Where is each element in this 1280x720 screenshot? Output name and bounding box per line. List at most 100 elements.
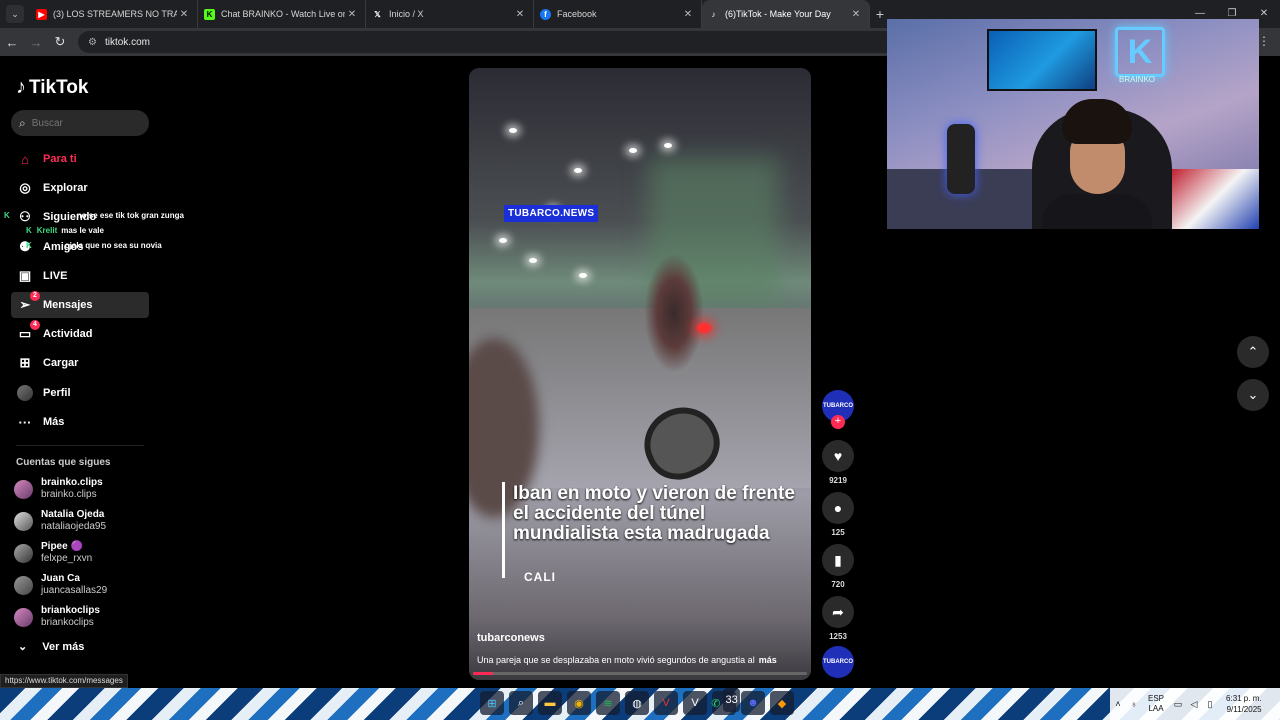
close-icon[interactable]: ✕ (177, 9, 191, 20)
video-description: Una pareja que se desplazaba en moto viv… (477, 655, 777, 665)
tiktok-note-icon: ♪ (16, 76, 26, 98)
share-button[interactable]: ➦ (822, 596, 854, 628)
clock-date: 9/11/2025 (1226, 705, 1262, 714)
close-icon[interactable]: ✕ (345, 9, 359, 20)
sidebar-item-actividad[interactable]: ▭ 4 Actividad (11, 320, 149, 347)
close-icon[interactable]: ✕ (681, 9, 695, 20)
app-icon[interactable]: ◆ (770, 691, 794, 715)
live-icon: ▣ (18, 268, 32, 283)
volume-icon[interactable]: ◁ (1186, 699, 1202, 710)
sidebar-item-cargar[interactable]: ⊞ Cargar (11, 350, 149, 376)
site-info-icon[interactable]: ⚙ (88, 37, 97, 48)
forward-icon[interactable]: → (24, 35, 48, 50)
share-icon: ➦ (832, 603, 844, 620)
chevron-up-icon[interactable]: ˄ (1110, 699, 1126, 709)
language-indicator[interactable]: ESP LAA (1148, 694, 1164, 714)
video-progress-bar[interactable] (473, 672, 807, 675)
save-button[interactable]: ▮ (822, 544, 854, 576)
microphone-icon[interactable]: ♁ (1126, 699, 1142, 709)
sidebar-item-label: Perfil (43, 387, 71, 399)
comment-button[interactable]: ● (822, 492, 854, 524)
comment-count: 125 (831, 528, 845, 537)
tab-title: Facebook (557, 9, 597, 19)
follow-plus-button[interactable]: + (831, 415, 845, 429)
account-name: briankoclips (41, 605, 100, 616)
browser-menu-icon[interactable]: ⋮ (1258, 34, 1270, 48)
sidebar-item-label: Mensajes (43, 299, 93, 311)
video-city: CALI (524, 570, 556, 584)
see-more-link[interactable]: más (759, 655, 777, 665)
kick-icon: K (4, 211, 10, 220)
windows-start-icon[interactable]: ⊞ (480, 691, 504, 715)
webcam-microphone (947, 124, 975, 194)
bookmark-icon: ▮ (834, 551, 842, 568)
network-icon[interactable]: ▭ (1170, 699, 1186, 710)
sidebar-item-mas[interactable]: ··· Más (11, 409, 149, 435)
windows-taskbar: ⊞ ⌕ ▬ ◉ ≋ ◍ V V ✆ 33 ☻ ◆ ˄ ♁ ESP LAA ▭ ◁ ▯… (0, 688, 1280, 720)
following-section-title: Cuentas que sigues (16, 457, 111, 468)
account-handle: juancasallas29 (41, 585, 108, 596)
followed-account[interactable]: briankoclips briankoclips (14, 603, 154, 631)
browser-tab[interactable]: ▶ (3) LOS STREAMERS NO TRABA ✕ (30, 0, 198, 28)
previous-video-button[interactable]: ⌃ (1237, 336, 1269, 368)
sidebar-item-mensajes[interactable]: ➢ 2 Mensajes (11, 291, 149, 318)
followed-account[interactable]: Juan Ca juancasallas29 (14, 571, 154, 599)
search-input[interactable] (31, 117, 132, 129)
video-frame-taillight (697, 323, 711, 333)
see-more-button[interactable]: ⌄ Ver más (18, 640, 85, 654)
sidebar-item-para-ti[interactable]: ⌂ Para ti (11, 146, 149, 172)
divider (16, 445, 144, 446)
sidebar-item-explorar[interactable]: ◎ Explorar (11, 175, 149, 201)
file-explorer-icon[interactable]: ▬ (538, 691, 562, 715)
battery-icon[interactable]: ▯ (1202, 699, 1218, 710)
tiktok-logo[interactable]: ♪ TikTok (16, 76, 88, 99)
see-more-label: Ver más (42, 640, 85, 653)
followed-account[interactable]: Pipee 🟣 felxpe_rxvn (14, 539, 154, 567)
account-name: Juan Ca (41, 573, 80, 584)
obs-icon[interactable]: ◍ (625, 691, 649, 715)
avatar-label: TUBARCO (823, 403, 853, 409)
chat-message: K ojala que no sea su novia (26, 241, 162, 250)
video-player[interactable]: TUBARCO.NEWS Iban en moto y vieron de fr… (469, 68, 811, 680)
more-icon: ··· (18, 414, 32, 430)
followed-account[interactable]: Natalia Ojeda nataliaojeda95 (14, 507, 154, 535)
next-video-button[interactable]: ⌄ (1237, 379, 1269, 411)
spotify-icon[interactable]: ≋ (596, 691, 620, 715)
webcam-neon-logo: K (1115, 27, 1165, 77)
whatsapp-icon[interactable]: ✆ 33 (711, 688, 740, 715)
vegas-icon[interactable]: V (654, 691, 678, 715)
clock[interactable]: 6:31 p. m. 9/11/2025 (1226, 693, 1262, 715)
activity-icon: ▭ 4 (16, 320, 40, 343)
reload-icon[interactable]: ↻ (48, 34, 72, 50)
kick-icon: K (26, 241, 32, 250)
browser-tab[interactable]: 𝕏 Inicio / X ✕ (366, 0, 534, 28)
back-icon[interactable]: ← (0, 35, 24, 50)
sidebar-item-label: Explorar (43, 182, 88, 194)
like-button[interactable]: ♥ (822, 440, 854, 472)
search-box[interactable]: ⌕ (11, 110, 149, 136)
video-author[interactable]: tubarconews (477, 632, 545, 644)
tab-title: (3) LOS STREAMERS NO TRABA (53, 9, 177, 19)
sidebar-item-perfil[interactable]: Perfil (11, 380, 149, 406)
browser-tab[interactable]: f Facebook ✕ (534, 0, 702, 28)
messages-icon: ➢ 2 (16, 291, 40, 314)
home-icon: ⌂ (21, 151, 29, 167)
followed-account[interactable]: brainko.clips brainko.clips (14, 475, 154, 503)
close-icon[interactable]: ✕ (849, 9, 863, 20)
link-status-url: https://www.tiktok.com/messages (0, 674, 128, 688)
discord-icon[interactable]: ☻ (741, 691, 765, 715)
keyboard-layout: LAA (1148, 704, 1164, 713)
close-icon[interactable]: ✕ (513, 9, 527, 20)
chat-message: K Krelit mas le vale (26, 226, 104, 235)
sidebar-item-live[interactable]: ▣ LIVE (11, 263, 149, 289)
chrome-icon[interactable]: ◉ (567, 691, 591, 715)
avatar (14, 607, 33, 627)
tab-search-button[interactable]: ⌄ (6, 5, 24, 23)
search-icon[interactable]: ⌕ (509, 691, 533, 715)
youtube-icon: ▶ (36, 8, 47, 20)
browser-tab-active[interactable]: ♪ (6)TikTok - Make Your Day ✕ (702, 0, 870, 28)
sound-avatar[interactable]: TUBARCO (822, 646, 854, 678)
app-v-icon[interactable]: V (683, 691, 707, 715)
streamer-body (1042, 194, 1152, 229)
browser-tab[interactable]: K Chat BRAINKO - Watch Live on ✕ (198, 0, 366, 28)
